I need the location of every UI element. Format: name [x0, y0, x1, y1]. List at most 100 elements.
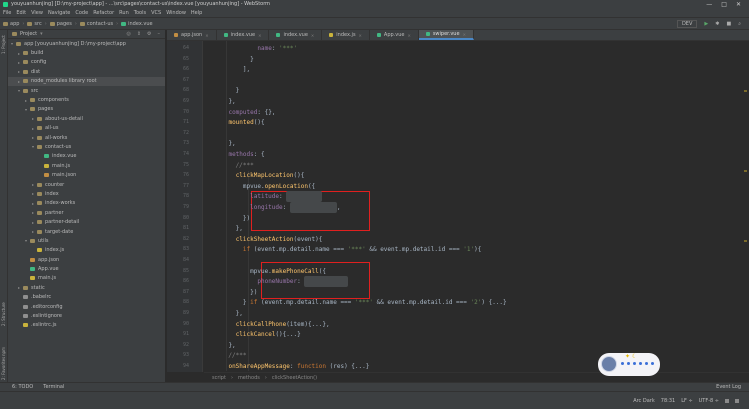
close-button[interactable]: ✕ [736, 1, 741, 8]
tree-item[interactable]: .eslintrc.js [8, 321, 165, 330]
code-line[interactable] [204, 128, 214, 139]
code-line[interactable]: } [204, 85, 240, 96]
nav-crumb-file[interactable]: index.vue [121, 21, 153, 27]
hide-icon[interactable]: – [158, 31, 161, 37]
npm-tool-button[interactable]: npm [1, 347, 6, 356]
menu-tools[interactable]: Tools [134, 10, 146, 16]
tree-item[interactable]: ▸ all-works [8, 133, 165, 142]
tree-item[interactable]: ▸ all-us [8, 124, 165, 133]
menu-view[interactable]: View [31, 10, 43, 16]
tree-item[interactable]: ▸ components [8, 95, 165, 104]
close-tab-icon[interactable]: ✕ [463, 32, 466, 37]
tree-item[interactable]: .eslintignore [8, 311, 165, 320]
structure-tool-button[interactable]: 2: Structure [1, 302, 6, 326]
tree-item[interactable]: .babelrc [8, 293, 165, 302]
editor-crumb-function[interactable]: clickSheetAction() [272, 375, 317, 381]
avatar[interactable] [601, 356, 617, 372]
code-line[interactable]: clickCancel(){...} [204, 329, 301, 340]
menu-code[interactable]: Code [75, 10, 88, 16]
code-line[interactable]: computed: {}, [204, 107, 275, 118]
theme-status[interactable]: Arc Dark [633, 398, 655, 404]
menu-help[interactable]: Help [191, 10, 202, 16]
project-tool-button[interactable]: 1: Project [1, 35, 6, 54]
code-line[interactable]: if (event.mp.detail.name === '***' && ev… [204, 244, 481, 255]
run-icon[interactable]: ▶ [704, 21, 708, 27]
close-tab-icon[interactable]: ✕ [205, 33, 208, 38]
menu-run[interactable]: Run [119, 10, 129, 16]
code-line[interactable]: mpvue.makePhoneCall({ [204, 266, 326, 277]
tree-item[interactable]: ▸ partner-detail [8, 217, 165, 226]
menu-vcs[interactable]: VCS [151, 10, 161, 16]
editor-crumb-script[interactable]: script [212, 375, 226, 381]
menu-navigate[interactable]: Navigate [48, 10, 70, 16]
scroll-marker[interactable] [744, 240, 747, 242]
debug-icon[interactable]: ✱ [715, 21, 719, 27]
nav-crumb-pages[interactable]: pages [49, 21, 72, 27]
encoding-status[interactable]: UTF-8 ÷ [699, 398, 719, 404]
tree-item[interactable]: main.js [8, 274, 165, 283]
tree-item[interactable]: ▸ index-works [8, 199, 165, 208]
nav-crumb-contact-us[interactable]: contact-us [79, 21, 113, 27]
tree-item[interactable]: ▸ build [8, 48, 165, 57]
close-tab-icon[interactable]: ✕ [311, 33, 314, 38]
code-line[interactable]: }) [204, 213, 250, 224]
code-line[interactable]: methods: { [204, 149, 264, 160]
code-line[interactable]: }, [204, 138, 235, 149]
tree-item[interactable]: ▸ node_modules library root [8, 76, 165, 86]
menu-window[interactable]: Window [166, 10, 186, 16]
code-line[interactable] [204, 255, 214, 266]
tree-item[interactable]: ▸ about-us-detail [8, 114, 165, 123]
code-line[interactable]: mounted(){ [204, 117, 264, 128]
code-line[interactable]: onShareAppMessage: function (res) {...} [204, 361, 369, 372]
tree-item[interactable]: ▸ config [8, 58, 165, 67]
chevron-down-icon[interactable]: ▾ [40, 31, 43, 37]
menu-refactor[interactable]: Refactor [93, 10, 114, 16]
editor-tab[interactable]: App.vue ✕ [370, 30, 419, 40]
minimize-button[interactable]: — [706, 1, 712, 8]
editor-tab[interactable]: index.js ✕ [322, 30, 370, 40]
todo-tool-button[interactable]: 6: TODO [12, 384, 33, 390]
code-line[interactable]: clickMapLocation(){ [204, 170, 305, 181]
code-line[interactable]: ], [204, 64, 250, 75]
cursor-position[interactable]: 78:31 [661, 398, 675, 404]
collapse-icon[interactable]: ⇕ [137, 31, 141, 37]
editor-tab[interactable]: app.json ✕ [167, 30, 217, 40]
inspector-icon[interactable] [735, 398, 739, 403]
code-line[interactable]: longitude: █████████████, [204, 202, 340, 213]
close-tab-icon[interactable]: ✕ [407, 33, 410, 38]
code-line[interactable] [204, 75, 214, 86]
editor-tab[interactable]: index.vue ✕ [217, 30, 270, 40]
tree-item[interactable]: index.vue [8, 152, 165, 161]
tree-item[interactable]: ▾ src [8, 86, 165, 95]
code-line[interactable]: name: '***' [204, 43, 297, 54]
tree-item[interactable]: ▾ utils [8, 236, 165, 245]
tree-item[interactable]: ▸ index [8, 189, 165, 198]
tree-item[interactable]: main.json [8, 170, 165, 179]
code-line[interactable]: } [204, 54, 254, 65]
scroll-marker[interactable] [744, 170, 747, 172]
code-line[interactable]: clickSheetAction(event){ [204, 234, 323, 245]
code-line[interactable]: mpvue.openLocation({ [204, 181, 315, 192]
code-line[interactable]: latitude: ██████████ [204, 191, 323, 203]
code-line[interactable]: //*** [204, 160, 254, 171]
code-line[interactable]: clickCallPhone(item){...}, [204, 319, 330, 330]
target-icon[interactable]: ◎ [126, 31, 130, 37]
favorites-tool-button[interactable]: 2: Favorites [1, 357, 6, 380]
tree-item[interactable]: main.js [8, 161, 165, 170]
gear-icon[interactable]: ⚙ [147, 31, 151, 37]
nav-crumb-app[interactable]: app [3, 21, 19, 27]
tree-item[interactable]: index.js [8, 246, 165, 255]
search-icon[interactable]: ⌕ [738, 21, 741, 27]
project-panel-title[interactable]: Project [20, 31, 37, 37]
line-separator-status[interactable]: LF ÷ [681, 398, 692, 404]
tree-item[interactable]: ▸ dist [8, 67, 165, 76]
tree-item[interactable]: ▾ app [youyuanhunjing] D:\my-project\app [8, 39, 165, 48]
editor-crumb-methods[interactable]: methods [238, 375, 260, 381]
nav-crumb-src[interactable]: src [27, 21, 42, 27]
tree-item[interactable]: ▾ contact-us [8, 142, 165, 151]
menu-file[interactable]: File [3, 10, 11, 16]
event-log-button[interactable]: Event Log [716, 384, 749, 390]
terminal-tool-button[interactable]: Terminal [43, 384, 64, 390]
tree-item[interactable]: ▸ target-date [8, 227, 165, 236]
floating-assistant-widget[interactable]: ✦ ☾ [598, 353, 660, 376]
